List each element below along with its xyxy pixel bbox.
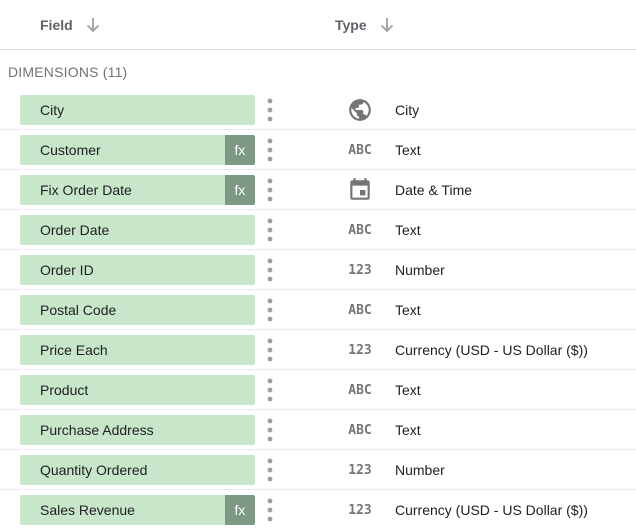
more-options-icon[interactable] — [260, 177, 280, 203]
more-options-icon[interactable] — [260, 97, 280, 123]
more-options-icon[interactable] — [260, 297, 280, 323]
field-chip[interactable]: Quantity Ordered — [20, 455, 255, 485]
field-column-header[interactable]: Field — [40, 0, 103, 50]
field-type: Text — [395, 302, 421, 318]
field-chip[interactable]: Customer fx — [20, 135, 255, 165]
abc-icon-text: ABC — [348, 142, 372, 158]
more-options-icon[interactable] — [260, 337, 280, 363]
field-name: Order ID — [40, 262, 94, 278]
field-column-label: Field — [40, 17, 73, 33]
field-type: Number — [395, 262, 445, 278]
abc-icon-text: ABC — [348, 222, 372, 238]
table-row: Order Date ABC Text — [0, 210, 636, 250]
field-type: Text — [395, 422, 421, 438]
field-type: Currency (USD - US Dollar ($)) — [395, 502, 588, 518]
table-row: Customer fx ABC Text — [0, 130, 636, 170]
type-column-label: Type — [335, 17, 367, 33]
more-options-icon[interactable] — [260, 497, 280, 523]
field-name: Postal Code — [40, 302, 117, 318]
abc-icon-text: ABC — [348, 382, 372, 398]
more-options-icon[interactable] — [260, 377, 280, 403]
field-type: Text — [395, 222, 421, 238]
field-name: City — [40, 102, 65, 118]
abc-icon: ABC — [346, 418, 374, 442]
field-chip[interactable]: Postal Code — [20, 295, 255, 325]
abc-icon: ABC — [346, 378, 374, 402]
more-options-icon[interactable] — [260, 417, 280, 443]
abc-icon: ABC — [346, 138, 374, 162]
calculated-field-badge[interactable]: fx — [225, 175, 255, 205]
field-name: Order Date — [40, 222, 110, 238]
fields-panel: Field Type DIMENSIONS (11) City City Custo… — [0, 0, 636, 528]
number-icon-text: 123 — [348, 502, 372, 518]
table-row: Fix Order Date fx Date & Time — [0, 170, 636, 210]
number-icon-text: 123 — [348, 462, 372, 478]
table-row: Quantity Ordered 123 Number — [0, 450, 636, 490]
abc-icon-text: ABC — [348, 422, 372, 438]
number-icon: 123 — [346, 498, 374, 522]
field-name: Price Each — [40, 342, 108, 358]
type-column-header[interactable]: Type — [335, 0, 397, 50]
table-row: Sales Revenue fx 123 Currency (USD - US Dol… — [0, 490, 636, 528]
field-chip[interactable]: Purchase Address — [20, 415, 255, 445]
globe-icon — [346, 98, 374, 122]
field-name: Customer — [40, 142, 101, 158]
more-options-icon[interactable] — [260, 217, 280, 243]
number-icon: 123 — [346, 258, 374, 282]
field-name: Purchase Address — [40, 422, 154, 438]
field-chip[interactable]: Order ID — [20, 255, 255, 285]
calendar-icon — [346, 178, 374, 202]
field-type: Number — [395, 462, 445, 478]
more-options-icon[interactable] — [260, 457, 280, 483]
number-icon: 123 — [346, 458, 374, 482]
field-name: Quantity Ordered — [40, 462, 148, 478]
more-options-icon[interactable] — [260, 257, 280, 283]
field-chip[interactable]: Fix Order Date fx — [20, 175, 255, 205]
sort-arrow-down-icon[interactable] — [377, 15, 397, 35]
field-type: Currency (USD - US Dollar ($)) — [395, 342, 588, 358]
number-icon-text: 123 — [348, 262, 372, 278]
field-type: Text — [395, 382, 421, 398]
dimensions-section-title: DIMENSIONS (11) — [8, 64, 128, 80]
number-icon-text: 123 — [348, 342, 372, 358]
table-row: Product ABC Text — [0, 370, 636, 410]
field-chip[interactable]: Product — [20, 375, 255, 405]
field-chip[interactable]: City — [20, 95, 255, 125]
abc-icon: ABC — [346, 218, 374, 242]
field-type: Text — [395, 142, 421, 158]
field-list: City City Customer fx ABC Text Fix Order Date f… — [0, 90, 636, 528]
abc-icon-text: ABC — [348, 302, 372, 318]
sort-arrow-down-icon[interactable] — [83, 15, 103, 35]
field-name: Fix Order Date — [40, 182, 132, 198]
field-chip[interactable]: Price Each — [20, 335, 255, 365]
abc-icon: ABC — [346, 298, 374, 322]
field-type: Date & Time — [395, 182, 473, 198]
table-row: Order ID 123 Number — [0, 250, 636, 290]
field-name: Sales Revenue — [40, 502, 135, 518]
table-row: City City — [0, 90, 636, 130]
more-options-icon[interactable] — [260, 137, 280, 163]
calculated-field-badge[interactable]: fx — [225, 495, 255, 525]
field-name: Product — [40, 382, 89, 398]
table-row: Price Each 123 Currency (USD - US Dollar (… — [0, 330, 636, 370]
table-row: Purchase Address ABC Text — [0, 410, 636, 450]
field-chip[interactable]: Order Date — [20, 215, 255, 245]
calculated-field-badge[interactable]: fx — [225, 135, 255, 165]
table-header: Field Type — [0, 0, 636, 50]
field-type: City — [395, 102, 420, 118]
number-icon: 123 — [346, 338, 374, 362]
field-chip[interactable]: Sales Revenue fx — [20, 495, 255, 525]
table-row: Postal Code ABC Text — [0, 290, 636, 330]
